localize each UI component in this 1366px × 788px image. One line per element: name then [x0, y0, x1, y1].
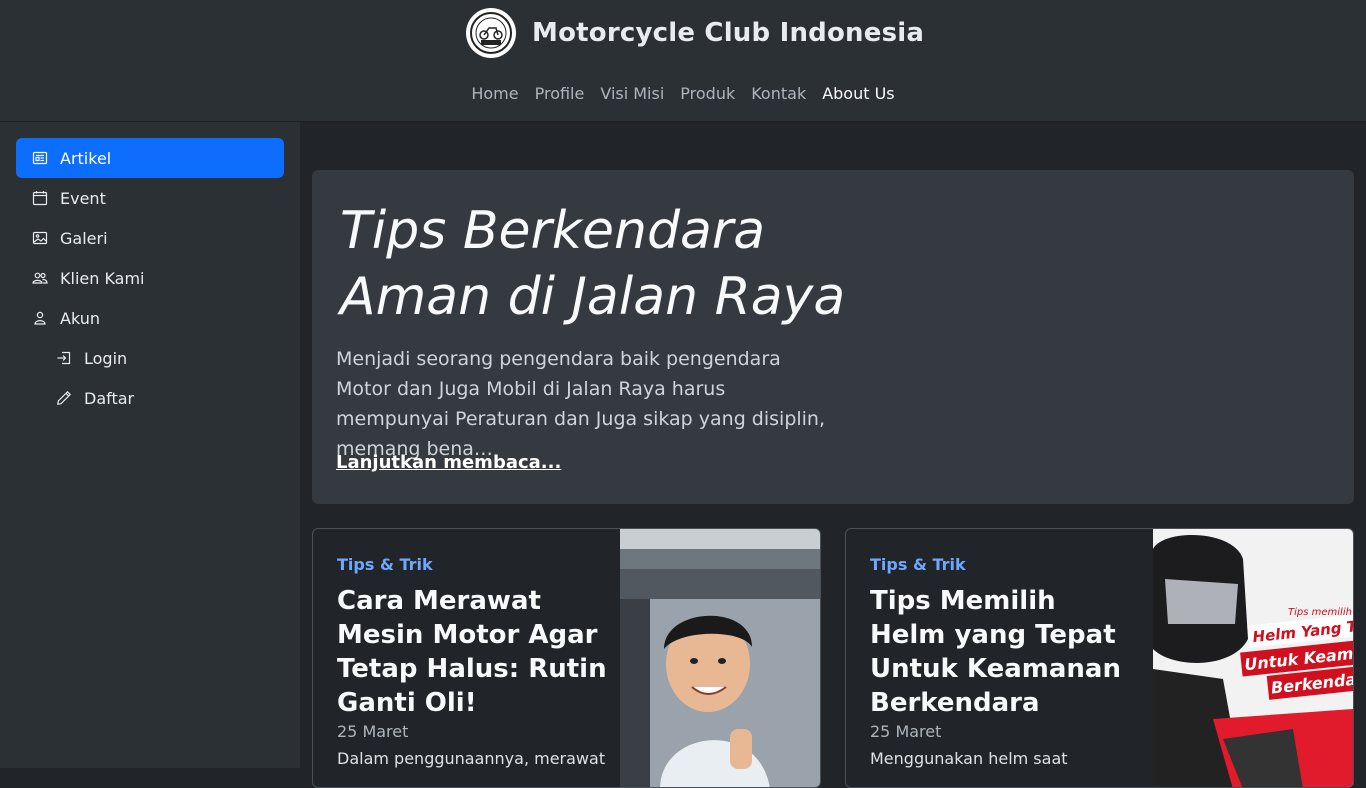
brand[interactable]: Motorcycle Club Indonesia [466, 8, 924, 58]
top-header: Motorcycle Club Indonesia Home Profile V… [0, 0, 1366, 122]
featured-title-line2: Aman di Jalan Raya [340, 267, 846, 327]
sidebar-item-event[interactable]: Event [16, 178, 284, 218]
featured-title: Tips Berkendara Aman di Jalan Raya [340, 198, 900, 330]
login-icon [56, 350, 72, 366]
card-body: Tips & Trik Tips Memilih Helm yang Tepat… [870, 555, 1140, 768]
person-icon [32, 310, 48, 326]
club-logo [466, 8, 516, 58]
sidebar-item-login[interactable]: Login [40, 338, 284, 378]
card-thumbnail [620, 529, 820, 787]
sidebar-item-klien-kami[interactable]: Klien Kami [16, 258, 284, 298]
card-thumbnail: Tips memilih Helm Yang T Untuk Keam Berk… [1153, 529, 1353, 787]
featured-excerpt: Menjadi seorang pengendara baik pengenda… [336, 348, 826, 460]
read-more-link[interactable]: Lanjutkan membaca... [336, 452, 561, 473]
sidebar-item-label: Daftar [84, 388, 135, 408]
sidebar-item-artikel[interactable]: Artikel [16, 138, 284, 178]
sidebar-item-label: Akun [60, 308, 100, 328]
sidebar-item-label: Event [60, 188, 106, 208]
nav-about-us[interactable]: About Us [814, 82, 902, 105]
card-title: Tips Memilih Helm yang Tepat Untuk Keama… [870, 586, 1121, 718]
sidebar-item-galeri[interactable]: Galeri [16, 218, 284, 258]
nav-visi-misi[interactable]: Visi Misi [592, 82, 672, 105]
sidebar-item-label: Klien Kami [60, 268, 145, 288]
main-nav: Home Profile Visi Misi Produk Kontak Abo… [0, 82, 1366, 105]
site-title: Motorcycle Club Indonesia [532, 18, 925, 48]
sidebar-item-akun[interactable]: Akun [16, 298, 284, 338]
nav-profile[interactable]: Profile [527, 82, 593, 105]
card-category[interactable]: Tips & Trik [870, 555, 1140, 574]
card-date: 25 Maret [870, 722, 942, 741]
card-excerpt: Menggunakan helm saat [870, 749, 1068, 768]
card-body: Tips & Trik Cara Merawat Mesin Motor Aga… [337, 555, 607, 768]
sidebar-item-label: Artikel [60, 148, 112, 168]
sidebar: Artikel Event Galeri Klien Kami Akun Log… [0, 122, 300, 768]
sidebar-item-daftar[interactable]: Daftar [40, 378, 284, 418]
nav-home[interactable]: Home [463, 82, 526, 105]
article-card[interactable]: Tips & Trik Tips Memilih Helm yang Tepat… [845, 528, 1354, 788]
sidebar-item-label: Galeri [60, 228, 108, 248]
card-excerpt: Dalam penggunaannya, merawat [337, 749, 606, 768]
sidebar-item-label: Login [84, 348, 128, 368]
nav-kontak[interactable]: Kontak [743, 82, 814, 105]
calendar-icon [32, 190, 48, 206]
card-category[interactable]: Tips & Trik [337, 555, 607, 574]
pencil-icon [56, 390, 72, 406]
card-title: Cara Merawat Mesin Motor Agar Tetap Halu… [337, 586, 607, 718]
article-card[interactable]: Tips & Trik Cara Merawat Mesin Motor Aga… [312, 528, 821, 788]
newspaper-icon [32, 150, 48, 166]
card-date: 25 Maret [337, 722, 409, 741]
people-icon [32, 270, 48, 286]
featured-title-line1: Tips Berkendara [340, 201, 766, 261]
featured-article: Tips Berkendara Aman di Jalan Raya Menja… [312, 170, 1354, 504]
nav-produk[interactable]: Produk [672, 82, 743, 105]
images-icon [32, 230, 48, 246]
